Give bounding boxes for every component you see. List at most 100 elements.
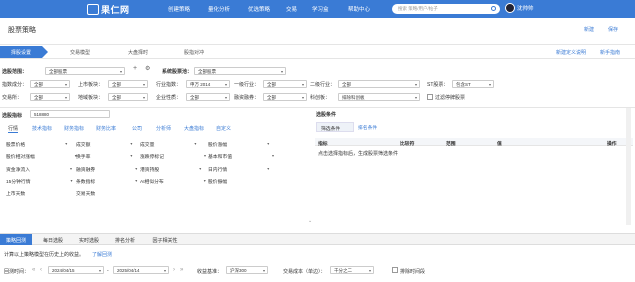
factor-item[interactable]: 港资持股 ▾: [140, 166, 201, 173]
industry-index-select[interactable]: 申万 2014 ▾: [186, 80, 230, 88]
tab-rank-conditions[interactable]: 排名条件: [358, 124, 377, 131]
next-page-icon[interactable]: ›: [173, 267, 175, 273]
nav-picks[interactable]: 优选策略: [248, 5, 270, 13]
sys-pool-label: 系统股票池：: [162, 69, 193, 75]
pool-label: 选股范围：: [2, 69, 28, 75]
tab-ratio[interactable]: 财务比率: [96, 125, 116, 132]
sys-pool-select[interactable]: 全部股票 ▾: [194, 67, 286, 75]
pool-select[interactable]: 全部股票 ▾: [45, 67, 125, 75]
tab-analyst[interactable]: 分析师: [156, 125, 171, 132]
nav-learn[interactable]: 学习盒: [312, 5, 329, 13]
tab-realtime-pick[interactable]: 实时选股: [72, 234, 106, 245]
col-action: 操作: [607, 142, 617, 147]
tab-tech[interactable]: 技术指标: [32, 125, 52, 132]
exclude-period-checkbox[interactable]: [392, 267, 398, 273]
star-label: 科创板：: [310, 95, 331, 101]
nav-trade[interactable]: 交易: [286, 5, 297, 13]
tab-filter-conditions[interactable]: 筛选条件: [316, 122, 354, 132]
step-stock-settings[interactable]: 择股设置: [0, 46, 48, 58]
col-value: 值: [497, 142, 502, 147]
col-range: 范围: [446, 142, 456, 147]
conditions-title: 选股条件: [316, 112, 337, 118]
indicator-label: 选股指标: [2, 113, 23, 119]
step-hedge[interactable]: 股指对冲: [164, 46, 224, 58]
enterprise-select[interactable]: 全部 ▾: [186, 93, 230, 101]
tab-financial[interactable]: 财务指标: [64, 125, 84, 132]
margin-select[interactable]: 全部 ▾: [263, 93, 307, 101]
end-date-input[interactable]: 2025/04/14 ▾: [113, 266, 169, 274]
logo-icon: [87, 4, 99, 15]
factor-item[interactable]: 上市天数: [6, 190, 25, 197]
user-menu[interactable]: 沈帅帅: [505, 3, 534, 13]
search-input[interactable]: 搜索 策略/用户/帖子: [392, 4, 500, 14]
factor-item[interactable]: 成交额 ▾: [76, 141, 132, 148]
factor-item[interactable]: AI相似分布 ▾: [140, 178, 206, 185]
board-label: 上市板块：: [78, 82, 104, 88]
factor-item[interactable]: 日内行情 ▾: [208, 166, 269, 173]
save-button[interactable]: 保存: [608, 26, 618, 33]
add-icon[interactable]: +: [133, 65, 137, 72]
factor-item[interactable]: 条数指标 ▾: [76, 178, 137, 185]
conditions-scrollbar[interactable]: [626, 108, 631, 225]
period-label: 回测时间：: [4, 269, 30, 275]
backtest-learn-link[interactable]: 了解回测: [92, 251, 112, 258]
tab-backtest[interactable]: 策略回测: [0, 234, 32, 245]
exclude-suspended-checkbox[interactable]: [427, 94, 433, 100]
tab-factor-correlation[interactable]: 因子相关性: [144, 234, 186, 245]
site-logo[interactable]: 果仁网: [87, 3, 130, 16]
nav-analysis[interactable]: 量化分析: [208, 5, 230, 13]
new-button[interactable]: 新建: [584, 26, 594, 33]
factor-item[interactable]: 资金净流入 ▾: [6, 166, 72, 173]
search-icon[interactable]: [491, 6, 496, 11]
nav-help[interactable]: 帮助中心: [348, 5, 370, 13]
industry1-select[interactable]: 全部 ▾: [263, 80, 307, 88]
nav-create[interactable]: 创建策略: [168, 5, 190, 13]
tab-rank-analysis[interactable]: 排名分析: [108, 234, 142, 245]
tab-company[interactable]: 公司: [132, 125, 142, 132]
start-date-input[interactable]: 2024/04/15 ▾: [48, 266, 104, 274]
tab-market[interactable]: 行情: [8, 125, 19, 133]
factor-item[interactable]: 融资融券 ▾: [76, 166, 137, 173]
indicator-search-input[interactable]: 518880: [30, 110, 110, 118]
factor-item[interactable]: 涨跌停标记 ▾: [140, 153, 206, 160]
avatar: [505, 3, 515, 13]
factor-item[interactable]: 15分钟行情 ▾: [6, 178, 73, 185]
page-title: 股票策略: [8, 27, 36, 34]
step-market-timing[interactable]: 大盘择时: [108, 46, 168, 58]
factor-item[interactable]: 换手率 ▾: [76, 153, 132, 160]
last-page-icon[interactable]: »: [180, 267, 183, 273]
st-select[interactable]: 包含ST ▾: [452, 80, 494, 88]
guide-link[interactable]: 新手指南: [600, 49, 620, 56]
region-select[interactable]: 全部 ▾: [108, 93, 148, 101]
factor-item[interactable]: 交易天数: [76, 190, 95, 197]
settings-icon[interactable]: ⚙: [145, 65, 150, 72]
board-select[interactable]: 全部 ▾: [108, 80, 148, 88]
factor-item[interactable]: 股价相对涨幅 ▾: [6, 153, 77, 160]
exclude-period-label: 排除时间段: [400, 269, 426, 275]
factor-item[interactable]: 基本和市值 ▾: [208, 153, 274, 160]
backtest-desc: 计算以上策略模型在历史上的收益。: [4, 252, 85, 258]
enterprise-label: 企业性质：: [156, 95, 182, 101]
factor-item[interactable]: 股价涨幅 ▾: [208, 141, 269, 148]
custom-doc-link[interactable]: 新建定义说明: [556, 49, 586, 56]
tab-daily-pick[interactable]: 每日选股: [36, 234, 70, 245]
step-trade-model[interactable]: 交易模型: [50, 46, 110, 58]
tab-custom[interactable]: 自定义: [216, 125, 231, 132]
industry1-label: 一级行业：: [234, 82, 260, 88]
margin-label: 融资融券：: [234, 95, 260, 101]
tab-market-index[interactable]: 大盘指标: [184, 125, 204, 132]
collapse-chevron-icon[interactable]: ⌄: [308, 218, 312, 224]
benchmark-select[interactable]: 沪深300 ▾: [226, 266, 268, 274]
cost-label: 交易成本（单边）：: [283, 269, 326, 275]
factor-item[interactable]: 股票价格 ▾: [6, 141, 67, 148]
first-page-icon[interactable]: «: [32, 267, 35, 273]
star-select[interactable]: 排除科创板 ▾: [338, 93, 420, 101]
strategy-steps: 择股设置 交易模型 大盘择时 股指对冲 新建定义说明 新手指南: [0, 46, 635, 59]
cost-select[interactable]: 千分之二 ▾: [330, 266, 374, 274]
index-select[interactable]: 全部 ▾: [30, 80, 70, 88]
prev-page-icon[interactable]: ‹: [40, 267, 42, 273]
industry2-select[interactable]: 全部 ▾: [338, 80, 420, 88]
exchange-select[interactable]: 全部 ▾: [30, 93, 70, 101]
factor-item[interactable]: 股价振幅: [208, 178, 227, 185]
factor-item[interactable]: 成交量 ▾: [140, 141, 196, 148]
